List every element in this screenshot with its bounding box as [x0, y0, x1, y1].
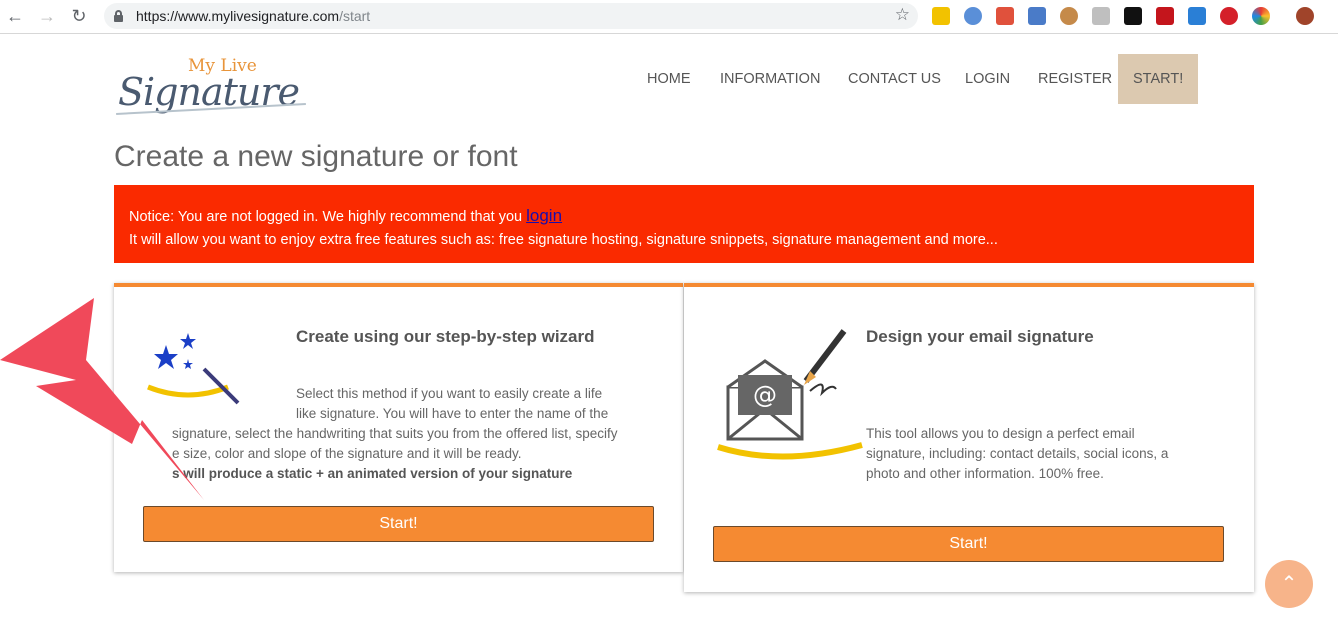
nav-login[interactable]: LOGIN: [965, 54, 1010, 104]
email-card-text-1: This tool allows you to design a perfect…: [866, 426, 1135, 441]
extension-icon[interactable]: [1028, 7, 1046, 25]
browser-toolbar: ← → ↻ https://www.mylivesignature.com/st…: [0, 0, 1338, 34]
magic-wand-icon: [147, 333, 240, 405]
forward-icon[interactable]: →: [36, 5, 58, 27]
address-bar[interactable]: https://www.mylivesignature.com/start ☆: [104, 3, 918, 29]
scroll-top-button[interactable]: ⌃: [1265, 560, 1313, 608]
extension-icon[interactable]: [1252, 7, 1270, 25]
url-text: https://www.mylivesignature.com/start: [136, 8, 371, 24]
email-signature-card: @ Design your email signature This tool …: [684, 283, 1254, 592]
extension-icon[interactable]: [1156, 7, 1174, 25]
chevron-up-icon: ⌃: [1280, 573, 1298, 595]
email-envelope-icon: @: [717, 329, 863, 460]
extension-icon[interactable]: [1124, 7, 1142, 25]
profile-avatar[interactable]: [1296, 7, 1314, 25]
bookmark-star-icon[interactable]: ☆: [895, 5, 910, 25]
notice-login-link[interactable]: login: [526, 206, 562, 225]
email-card-text-3: photo and other information. 100% free.: [866, 466, 1104, 481]
page-title: Create a new signature or font: [114, 140, 518, 173]
back-icon[interactable]: ←: [4, 5, 26, 27]
site-logo[interactable]: My Live Signature: [116, 52, 326, 122]
extension-icon[interactable]: [964, 7, 982, 25]
wizard-card-title: Create using our step-by-step wizard: [296, 327, 595, 346]
email-start-button[interactable]: Start!: [713, 526, 1224, 562]
notice-text: Notice: You are not logged in. We highly…: [129, 209, 527, 225]
notice-text-2: It will allow you want to enjoy extra fr…: [129, 232, 998, 248]
extension-icon[interactable]: [1060, 7, 1078, 25]
wizard-card-text-1: Select this method if you want to easily…: [296, 386, 603, 401]
at-symbol: @: [753, 381, 777, 409]
wizard-card-text-4: e size, color and slope of the signature…: [172, 446, 522, 461]
login-notice: Notice: You are not logged in. We highly…: [114, 185, 1254, 263]
nav-information[interactable]: INFORMATION: [720, 54, 820, 104]
extension-icon[interactable]: [932, 7, 950, 25]
extension-icon[interactable]: [1220, 7, 1238, 25]
wizard-card-text-3: signature, select the handwriting that s…: [172, 426, 618, 441]
extension-icon[interactable]: [1188, 7, 1206, 25]
nav-contact[interactable]: CONTACT US: [848, 54, 941, 104]
wizard-card: Create using our step-by-step wizard Sel…: [114, 283, 683, 572]
nav-register[interactable]: REGISTER: [1038, 54, 1112, 104]
email-card-title: Design your email signature: [866, 327, 1094, 346]
reload-icon[interactable]: ↻: [68, 5, 90, 27]
nav-start-button[interactable]: START!: [1118, 54, 1199, 104]
wizard-card-text-bold: s will produce a static + an animated ve…: [172, 466, 573, 481]
wizard-card-text-2: like signature. You will have to enter t…: [296, 406, 609, 421]
extension-icon[interactable]: [1092, 7, 1110, 25]
extension-icon[interactable]: [996, 7, 1014, 25]
lock-icon: [114, 10, 123, 22]
email-card-text-2: signature, including: contact details, s…: [866, 446, 1169, 461]
wizard-start-button[interactable]: Start!: [143, 506, 654, 542]
nav-home[interactable]: HOME: [647, 54, 691, 104]
